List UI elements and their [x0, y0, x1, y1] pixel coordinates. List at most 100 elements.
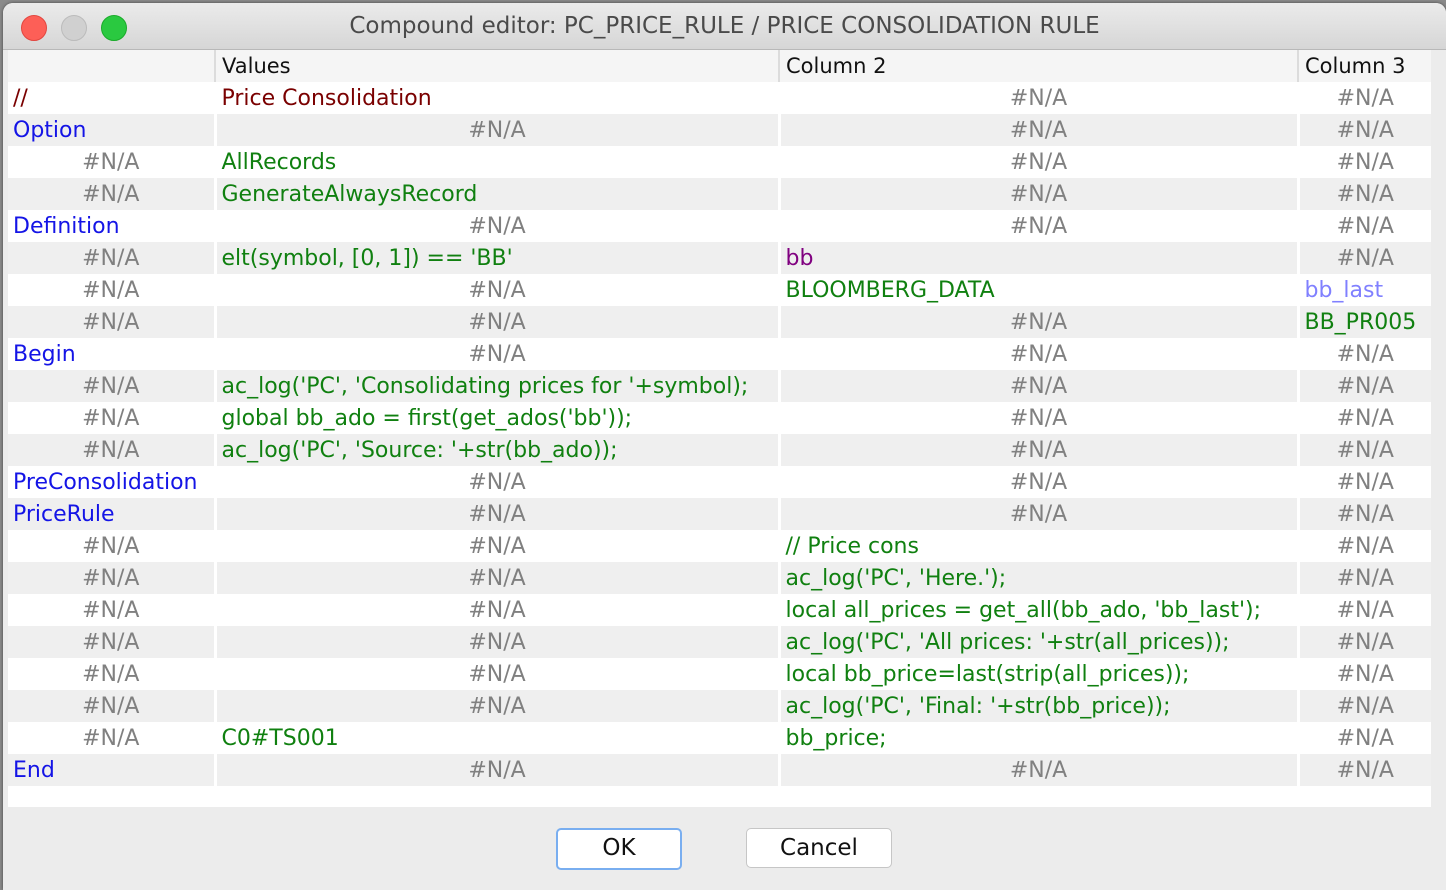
- table-cell[interactable]: #N/A: [777, 434, 1298, 466]
- table-cell[interactable]: #N/A: [777, 146, 1298, 178]
- table-cell[interactable]: Definition: [8, 210, 215, 242]
- table-cell[interactable]: #N/A: [1296, 722, 1431, 754]
- table-cell[interactable]: #N/A: [1296, 658, 1431, 690]
- table-cell[interactable]: #N/A: [8, 562, 215, 594]
- table-cell[interactable]: #N/A: [213, 562, 779, 594]
- table-cell[interactable]: #N/A: [213, 210, 779, 242]
- table-cell[interactable]: #N/A: [213, 274, 779, 306]
- table-cell[interactable]: Option: [8, 114, 215, 146]
- table-cell[interactable]: #N/A: [1296, 242, 1431, 274]
- table-cell[interactable]: #N/A: [8, 434, 215, 466]
- column-header-column-2[interactable]: Column 2: [778, 50, 1298, 82]
- table-cell[interactable]: #N/A: [1296, 626, 1431, 658]
- table-cell[interactable]: bb_price;: [777, 722, 1298, 754]
- table-row: Begin #N/A #N/A #N/A: [8, 338, 1431, 370]
- table-cell[interactable]: #N/A: [777, 114, 1298, 146]
- table-cell[interactable]: ac_log('PC', 'Here.');: [777, 562, 1298, 594]
- table-cell[interactable]: #N/A: [1296, 562, 1431, 594]
- table-cell[interactable]: #N/A: [8, 530, 215, 562]
- table-cell[interactable]: #N/A: [777, 178, 1298, 210]
- table-cell[interactable]: bb_last: [1296, 274, 1431, 306]
- table-cell[interactable]: #N/A: [777, 370, 1298, 402]
- table-cell[interactable]: #N/A: [1296, 338, 1431, 370]
- table-cell[interactable]: #N/A: [1296, 466, 1431, 498]
- table-cell[interactable]: #N/A: [8, 146, 215, 178]
- table-row: End #N/A #N/A #N/A: [8, 754, 1431, 786]
- table-cell[interactable]: #N/A: [1296, 178, 1431, 210]
- table-cell[interactable]: #N/A: [777, 338, 1298, 370]
- table-cell[interactable]: Begin: [8, 338, 215, 370]
- table-cell[interactable]: #N/A: [777, 82, 1298, 114]
- table-cell[interactable]: #N/A: [213, 114, 779, 146]
- table-cell[interactable]: #N/A: [1296, 82, 1431, 114]
- table-cell[interactable]: GenerateAlwaysRecord: [213, 178, 779, 210]
- table-cell[interactable]: bb: [777, 242, 1298, 274]
- table-cell[interactable]: // Price cons: [777, 530, 1298, 562]
- table-cell[interactable]: #N/A: [8, 370, 215, 402]
- table-cell[interactable]: elt(symbol, [0, 1]) == 'BB': [213, 242, 779, 274]
- table-cell[interactable]: #N/A: [1296, 530, 1431, 562]
- table-cell[interactable]: #N/A: [213, 338, 779, 370]
- table-cell[interactable]: #N/A: [1296, 210, 1431, 242]
- table-cell[interactable]: #N/A: [777, 754, 1298, 786]
- table-cell[interactable]: #N/A: [1296, 594, 1431, 626]
- table-cell[interactable]: #N/A: [8, 626, 215, 658]
- table-cell[interactable]: #N/A: [213, 690, 779, 722]
- table-cell[interactable]: PriceRule: [8, 498, 215, 530]
- table-cell[interactable]: #N/A: [8, 658, 215, 690]
- column-header-values[interactable]: Values: [214, 50, 779, 82]
- table-cell[interactable]: #N/A: [777, 306, 1298, 338]
- title-bar[interactable]: Compound editor: PC_PRICE_RULE / PRICE C…: [3, 3, 1446, 50]
- table-cell[interactable]: #N/A: [777, 210, 1298, 242]
- table-cell[interactable]: #N/A: [213, 530, 779, 562]
- table-cell[interactable]: global bb_ado = first(get_ados('bb'));: [213, 402, 779, 434]
- table-cell[interactable]: local bb_price=last(strip(all_prices));: [777, 658, 1298, 690]
- table-cell[interactable]: AllRecords: [213, 146, 779, 178]
- table-cell[interactable]: BB_PR005: [1296, 306, 1431, 338]
- column-header-key[interactable]: [8, 50, 215, 82]
- table-cell[interactable]: #N/A: [213, 594, 779, 626]
- table-cell[interactable]: #N/A: [1296, 402, 1431, 434]
- table-cell[interactable]: PreConsolidation: [8, 466, 215, 498]
- table-cell[interactable]: #N/A: [8, 242, 215, 274]
- table-cell[interactable]: #N/A: [1296, 370, 1431, 402]
- table-cell[interactable]: #N/A: [213, 306, 779, 338]
- ok-button[interactable]: OK: [556, 828, 682, 870]
- table-cell[interactable]: #N/A: [8, 178, 215, 210]
- cancel-button[interactable]: Cancel: [746, 828, 892, 868]
- table-cell[interactable]: BLOOMBERG_DATA: [777, 274, 1298, 306]
- table-cell[interactable]: #N/A: [1296, 146, 1431, 178]
- table-cell[interactable]: #N/A: [8, 594, 215, 626]
- table-cell[interactable]: #N/A: [777, 466, 1298, 498]
- table-cell[interactable]: ac_log('PC', 'All prices: '+str(all_pric…: [777, 626, 1298, 658]
- table-cell[interactable]: #N/A: [777, 498, 1298, 530]
- table-cell[interactable]: #N/A: [1296, 114, 1431, 146]
- table-row: #N/A #N/A ac_log('PC', 'All prices: '+str(…: [8, 626, 1431, 658]
- table-cell[interactable]: #N/A: [8, 722, 215, 754]
- table-cell[interactable]: ac_log('PC', 'Source: '+str(bb_ado));: [213, 434, 779, 466]
- table-cell[interactable]: #N/A: [213, 626, 779, 658]
- table-row: #N/A #N/A// Price cons #N/A: [8, 530, 1431, 562]
- table-cell[interactable]: #N/A: [213, 658, 779, 690]
- table-cell[interactable]: //: [8, 82, 215, 114]
- table-cell[interactable]: C0#TS001: [213, 722, 779, 754]
- table-cell[interactable]: #N/A: [8, 690, 215, 722]
- table-cell[interactable]: #N/A: [1296, 754, 1431, 786]
- table-row: #N/A #N/A #N/A BB_PR005: [8, 306, 1431, 338]
- table-cell[interactable]: #N/A: [213, 754, 779, 786]
- table-cell[interactable]: #N/A: [1296, 498, 1431, 530]
- table-cell[interactable]: #N/A: [1296, 434, 1431, 466]
- table-cell[interactable]: ac_log('PC', 'Consolidating prices for '…: [213, 370, 779, 402]
- table-cell[interactable]: Price Consolidation: [213, 82, 779, 114]
- table-cell[interactable]: local all_prices = get_all(bb_ado, 'bb_l…: [777, 594, 1298, 626]
- table-cell[interactable]: #N/A: [8, 306, 215, 338]
- table-cell[interactable]: #N/A: [777, 402, 1298, 434]
- table-cell[interactable]: #N/A: [213, 466, 779, 498]
- table-cell[interactable]: #N/A: [213, 498, 779, 530]
- table-cell[interactable]: ac_log('PC', 'Final: '+str(bb_price));: [777, 690, 1298, 722]
- table-cell[interactable]: #N/A: [8, 274, 215, 306]
- table-cell[interactable]: #N/A: [8, 402, 215, 434]
- table-cell[interactable]: #N/A: [1296, 690, 1431, 722]
- column-header-column-3[interactable]: Column 3: [1297, 50, 1431, 82]
- table-cell[interactable]: End: [8, 754, 215, 786]
